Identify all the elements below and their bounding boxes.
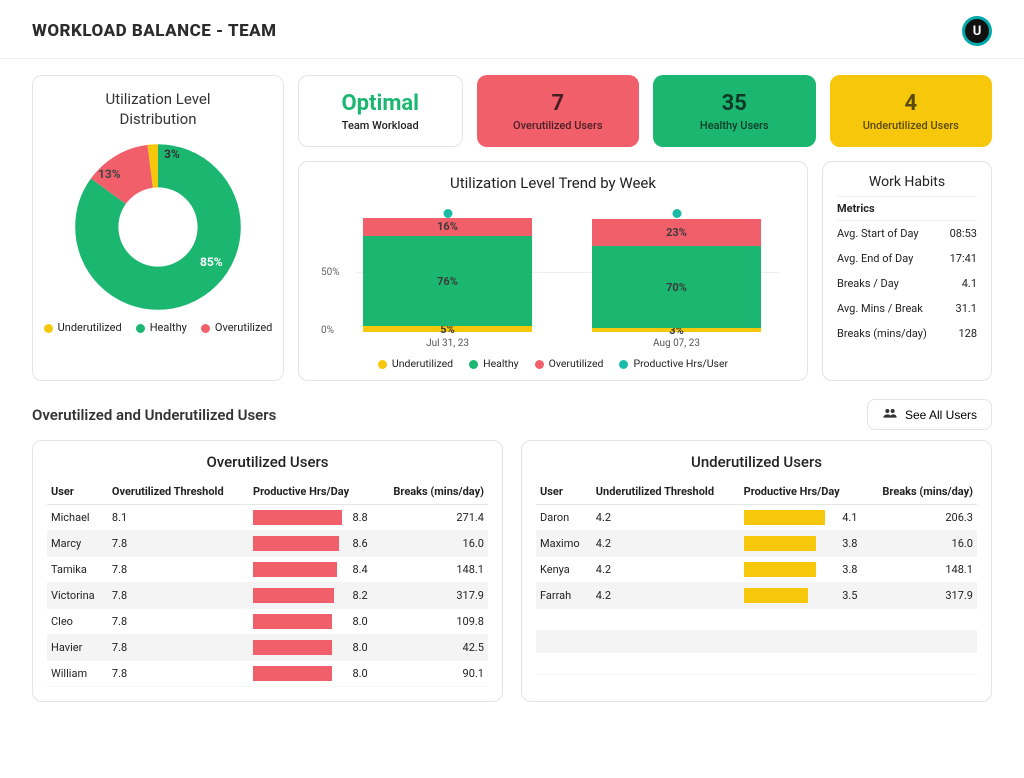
habits-row: Avg. End of Day17:41 [837,246,977,271]
over-table-title: Overutilized Users [47,453,488,471]
summary-over[interactable]: 7 Overutilized Users [477,75,640,147]
trend-chart: 50% 0% 5%76%16%3%70%23% [317,202,789,332]
table-row[interactable]: Victorina7.88.2317.9 [47,583,488,609]
table-row[interactable]: Michael8.18.8271.4 [47,505,488,531]
over-table-card: Overutilized Users UserOverutilized Thre… [32,440,503,702]
section-title: Overutilized and Underutilized Users [32,406,276,424]
trend-legend: Underutilized Healthy Overutilized Produ… [317,357,789,370]
summary-under[interactable]: 4 Underutilized Users [830,75,993,147]
see-all-users-button[interactable]: See All Users [867,399,992,430]
under-table-title: Underutilized Users [536,453,977,471]
table-row[interactable]: Farrah4.23.5317.9 [536,583,977,609]
habits-row: Breaks / Day4.1 [837,271,977,296]
habits-row: Avg. Start of Day08:53 [837,221,977,246]
habits-row: Breaks (mins/day)128 [837,321,977,346]
trend-card: Utilization Level Trend by Week 50% 0% 5… [298,161,808,381]
summary-healthy[interactable]: 35 Healthy Users [653,75,816,147]
trend-bar: 5%76%16% [363,214,532,332]
habits-title: Work Habits [837,174,977,190]
table-row[interactable]: Maximo4.23.816.0 [536,531,977,557]
donut-chart: 3% 13% 85% [68,137,248,317]
table-row[interactable]: Cleo7.88.0109.8 [47,609,488,635]
header: WORKLOAD BALANCE - TEAM U [0,0,1024,59]
logo[interactable]: U [962,16,992,46]
table-row[interactable]: Havier7.88.042.5 [47,635,488,661]
donut-legend: Underutilized Healthy Overutilized [43,321,273,334]
donut-seg-under [97,166,219,288]
trend-xlabels: Jul 31, 23Aug 07, 23 [317,332,789,349]
table-row[interactable]: William7.88.090.1 [47,661,488,687]
donut-label-healthy: 85% [200,255,223,269]
table-row[interactable]: Marcy7.88.616.0 [47,531,488,557]
donut-label-under: 3% [164,147,180,161]
donut-title: Utilization Level Distribution [43,90,273,129]
logo-letter: U [965,19,989,43]
under-table-card: Underutilized Users UserUnderutilized Th… [521,440,992,702]
habits-row: Avg. Mins / Break31.1 [837,296,977,321]
table-row[interactable]: Daron4.24.1206.3 [536,505,977,531]
donut-label-over: 13% [98,167,121,181]
table-row[interactable]: Tamika7.88.4148.1 [47,557,488,583]
users-icon [882,407,898,422]
habits-card: Work Habits Metrics Avg. Start of Day08:… [822,161,992,381]
trend-bar: 3%70%23% [592,214,761,332]
table-row[interactable]: Kenya4.23.8148.1 [536,557,977,583]
summary-optimal[interactable]: Optimal Team Workload [298,75,463,147]
over-table: UserOverutilized ThresholdProductive Hrs… [47,479,488,687]
donut-card: Utilization Level Distribution 3% 13% 85… [32,75,284,381]
trend-title: Utilization Level Trend by Week [317,174,789,192]
productive-dot [672,209,681,218]
page-title: WORKLOAD BALANCE - TEAM [32,21,277,41]
habits-header: Metrics [837,196,977,221]
under-table: UserUnderutilized ThresholdProductive Hr… [536,479,977,675]
